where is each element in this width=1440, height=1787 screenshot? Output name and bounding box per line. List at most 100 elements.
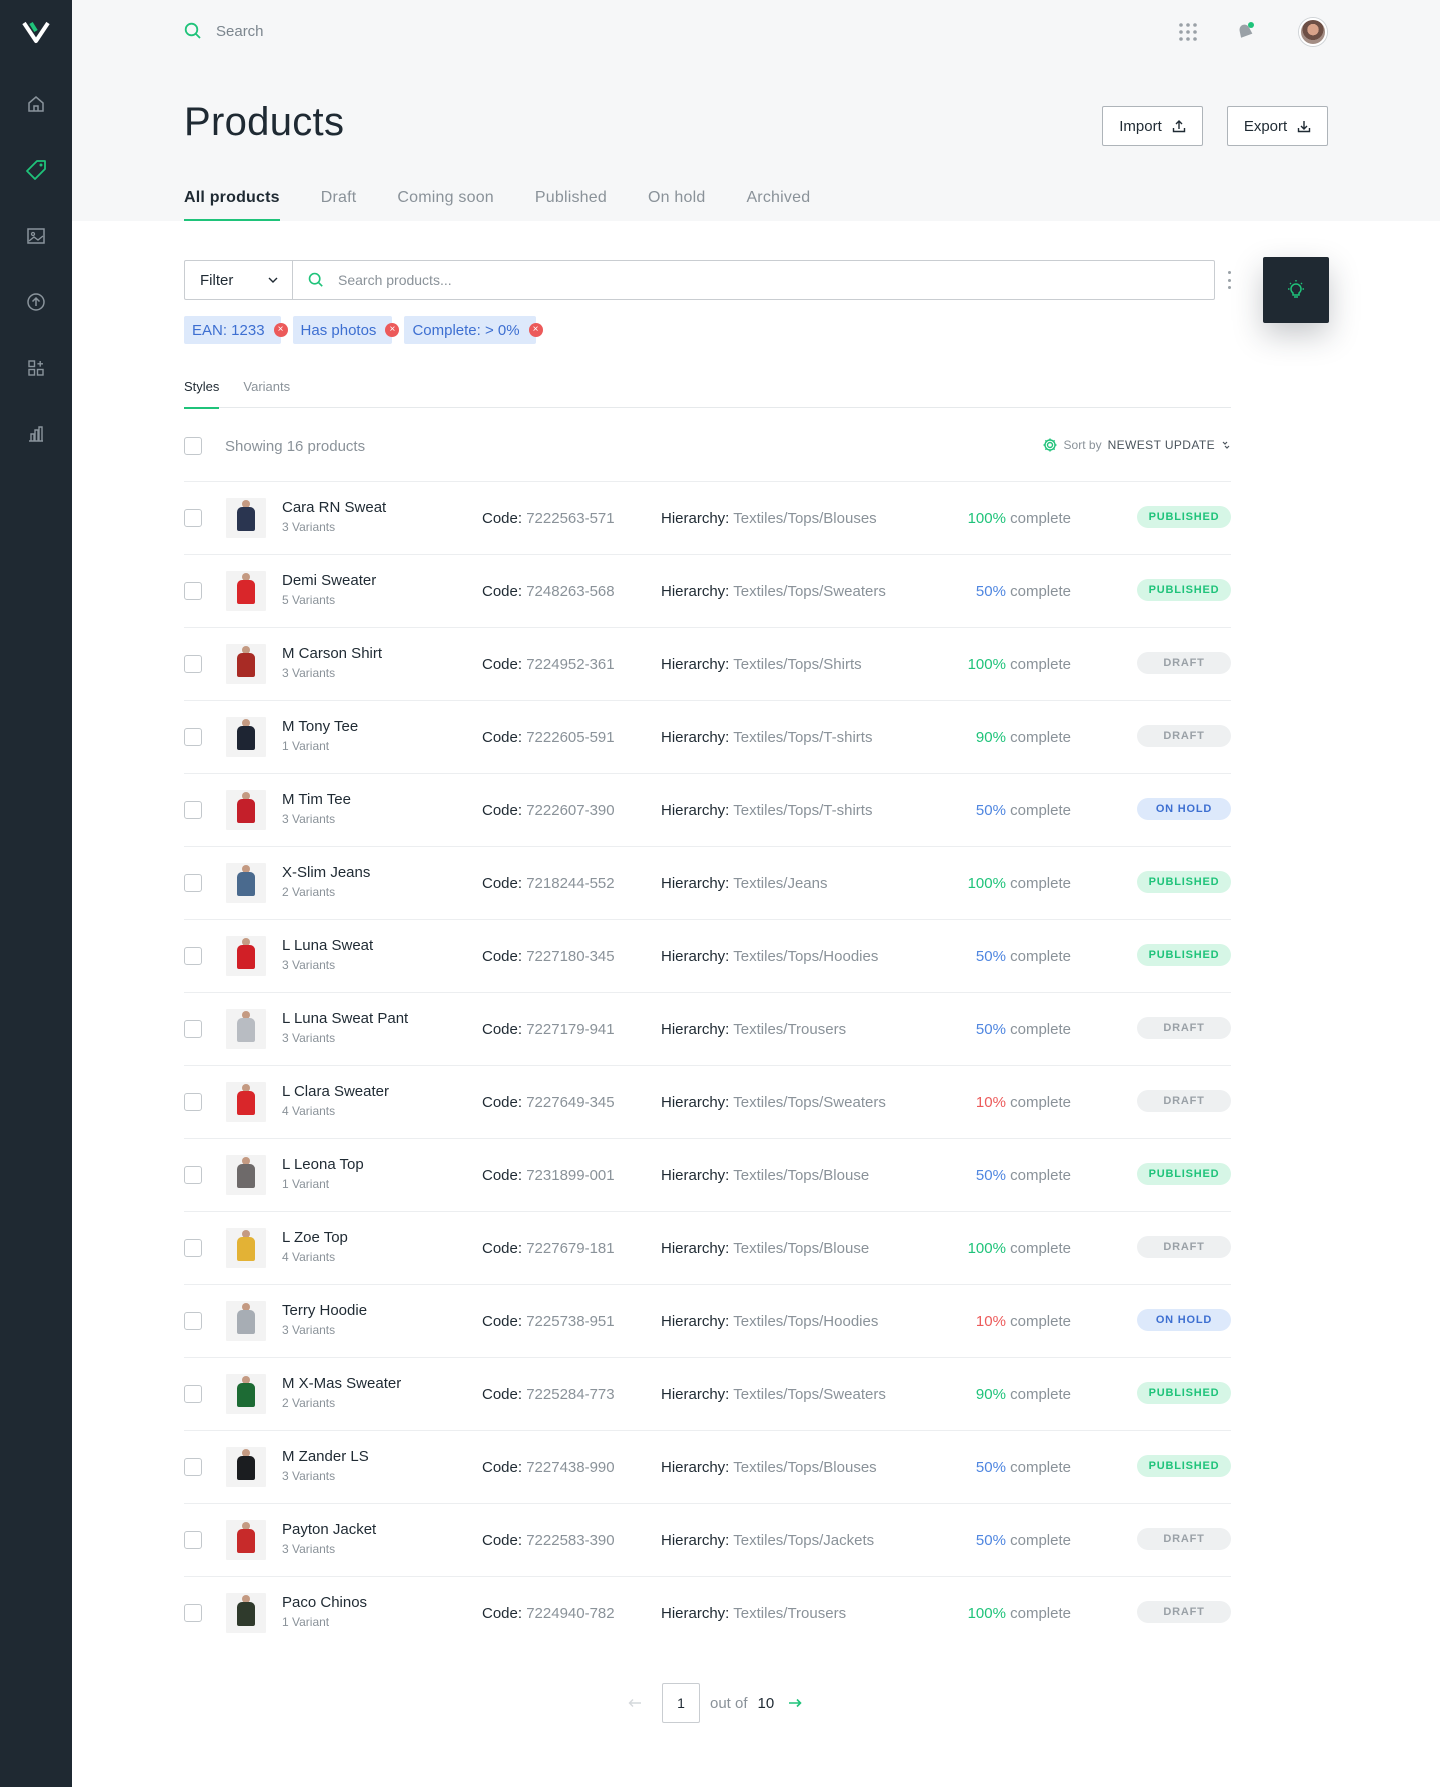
next-page-icon[interactable] xyxy=(784,1692,806,1714)
select-all-checkbox[interactable] xyxy=(184,437,202,455)
tab-on-hold[interactable]: On hold xyxy=(648,186,705,221)
global-search-input[interactable] xyxy=(216,22,516,40)
image-icon[interactable] xyxy=(24,224,48,248)
product-name[interactable]: M X-Mas Sweater xyxy=(282,1375,401,1392)
row-checkbox[interactable] xyxy=(184,1239,202,1257)
user-avatar[interactable] xyxy=(1299,18,1327,46)
hierarchy-label: Hierarchy: xyxy=(661,802,730,819)
product-thumbnail[interactable] xyxy=(226,863,266,903)
tab-published[interactable]: Published xyxy=(535,186,607,221)
product-thumbnail[interactable] xyxy=(226,1593,266,1633)
product-thumbnail[interactable] xyxy=(226,498,266,538)
product-thumbnail[interactable] xyxy=(226,1301,266,1341)
product-name[interactable]: Terry Hoodie xyxy=(282,1302,367,1319)
tab-all-products[interactable]: All products xyxy=(184,186,280,221)
row-checkbox[interactable] xyxy=(184,509,202,527)
product-thumbnail[interactable] xyxy=(226,936,266,976)
row-checkbox[interactable] xyxy=(184,655,202,673)
remove-chip-icon[interactable]: × xyxy=(385,323,400,337)
product-name[interactable]: Cara RN Sweat xyxy=(282,499,386,516)
tab-variants[interactable]: Variants xyxy=(243,378,290,408)
notification-bell-icon[interactable] xyxy=(1234,20,1256,47)
product-name[interactable]: L Clara Sweater xyxy=(282,1083,389,1100)
table-row[interactable]: Paco Chinos 1 Variant Code: 7224940-782 Hie… xyxy=(184,1576,1231,1649)
home-icon[interactable] xyxy=(24,92,48,116)
product-thumbnail[interactable] xyxy=(226,790,266,830)
logo-icon[interactable] xyxy=(22,20,50,44)
product-name[interactable]: Payton Jacket xyxy=(282,1521,376,1538)
widgets-icon[interactable] xyxy=(24,356,48,380)
product-name[interactable]: L Luna Sweat xyxy=(282,937,373,954)
row-checkbox[interactable] xyxy=(184,1093,202,1111)
global-search[interactable] xyxy=(184,22,516,40)
remove-chip-icon[interactable]: × xyxy=(528,323,543,337)
table-row[interactable]: L Luna Sweat 3 Variants Code: 7227180-345 H… xyxy=(184,919,1231,992)
product-name[interactable]: L Zoe Top xyxy=(282,1229,348,1246)
table-row[interactable]: M X-Mas Sweater 2 Variants Code: 7225284-7… xyxy=(184,1357,1231,1430)
product-name[interactable]: M Tim Tee xyxy=(282,791,351,808)
table-row[interactable]: M Carson Shirt 3 Variants Code: 7224952-36… xyxy=(184,627,1231,700)
row-checkbox[interactable] xyxy=(184,947,202,965)
table-row[interactable]: M Tony Tee 1 Variant Code: 7222605-591 Hier… xyxy=(184,700,1231,773)
more-options-icon[interactable] xyxy=(1226,268,1232,292)
row-checkbox[interactable] xyxy=(184,582,202,600)
table-row[interactable]: L Luna Sweat Pant 3 Variants Code: 7227179… xyxy=(184,992,1231,1065)
row-checkbox[interactable] xyxy=(184,1020,202,1038)
product-thumbnail[interactable] xyxy=(226,1155,266,1195)
tab-styles[interactable]: Styles xyxy=(184,378,220,409)
prev-page-icon[interactable] xyxy=(624,1692,646,1714)
tab-archived[interactable]: Archived xyxy=(746,186,810,221)
table-row[interactable]: Cara RN Sweat 3 Variants Code: 7222563-571… xyxy=(184,481,1231,554)
tag-icon[interactable] xyxy=(24,158,48,182)
product-name[interactable]: X-Slim Jeans xyxy=(282,864,370,881)
code-label: Code: xyxy=(482,1313,523,1330)
product-thumbnail[interactable] xyxy=(226,1082,266,1122)
product-name[interactable]: M Tony Tee xyxy=(282,718,358,735)
product-name[interactable]: M Carson Shirt xyxy=(282,645,382,662)
table-row[interactable]: X-Slim Jeans 2 Variants Code: 7218244-552 H… xyxy=(184,846,1231,919)
row-checkbox[interactable] xyxy=(184,801,202,819)
table-row[interactable]: M Zander LS 3 Variants Code: 7227438-990 Hi… xyxy=(184,1430,1231,1503)
remove-chip-icon[interactable]: × xyxy=(273,323,288,337)
product-name[interactable]: L Leona Top xyxy=(282,1156,364,1173)
product-thumbnail[interactable] xyxy=(226,1520,266,1560)
row-checkbox[interactable] xyxy=(184,1604,202,1622)
product-thumbnail[interactable] xyxy=(226,1374,266,1414)
table-row[interactable]: Payton Jacket 3 Variants Code: 7222583-390… xyxy=(184,1503,1231,1576)
product-thumbnail[interactable] xyxy=(226,644,266,684)
table-row[interactable]: Demi Sweater 5 Variants Code: 7248263-568 H… xyxy=(184,554,1231,627)
product-thumbnail[interactable] xyxy=(226,717,266,757)
row-checkbox[interactable] xyxy=(184,1385,202,1403)
page-number-input[interactable] xyxy=(662,1683,700,1723)
apps-grid-icon[interactable] xyxy=(1178,22,1198,47)
table-row[interactable]: L Clara Sweater 4 Variants Code: 7227649-3… xyxy=(184,1065,1231,1138)
lightbulb-button[interactable] xyxy=(1263,257,1329,323)
row-checkbox[interactable] xyxy=(184,728,202,746)
table-row[interactable]: Terry Hoodie 3 Variants Code: 7225738-951 H… xyxy=(184,1284,1231,1357)
export-button[interactable]: Export xyxy=(1227,106,1328,146)
tab-coming-soon[interactable]: Coming soon xyxy=(397,186,493,221)
product-name[interactable]: Paco Chinos xyxy=(282,1594,367,1611)
product-thumbnail[interactable] xyxy=(226,1447,266,1487)
table-row[interactable]: L Leona Top 1 Variant Code: 7231899-001 Hie… xyxy=(184,1138,1231,1211)
product-thumbnail[interactable] xyxy=(226,1228,266,1268)
row-checkbox[interactable] xyxy=(184,1312,202,1330)
chart-icon[interactable] xyxy=(24,422,48,446)
table-row[interactable]: L Zoe Top 4 Variants Code: 7227679-181 Hier… xyxy=(184,1211,1231,1284)
sort-control[interactable]: Sort by NEWEST UPDATE xyxy=(1042,437,1231,453)
row-checkbox[interactable] xyxy=(184,874,202,892)
row-checkbox[interactable] xyxy=(184,1166,202,1184)
tab-draft[interactable]: Draft xyxy=(321,186,357,221)
row-checkbox[interactable] xyxy=(184,1458,202,1476)
product-search-input[interactable] xyxy=(338,272,938,288)
product-thumbnail[interactable] xyxy=(226,1009,266,1049)
row-checkbox[interactable] xyxy=(184,1531,202,1549)
product-name[interactable]: Demi Sweater xyxy=(282,572,376,589)
product-name[interactable]: L Luna Sweat Pant xyxy=(282,1010,408,1027)
filter-dropdown[interactable]: Filter xyxy=(185,261,293,299)
product-thumbnail[interactable] xyxy=(226,571,266,611)
table-row[interactable]: M Tim Tee 3 Variants Code: 7222607-390 Hier… xyxy=(184,773,1231,846)
product-name[interactable]: M Zander LS xyxy=(282,1448,369,1465)
upload-icon[interactable] xyxy=(24,290,48,314)
import-button[interactable]: Import xyxy=(1102,106,1203,146)
